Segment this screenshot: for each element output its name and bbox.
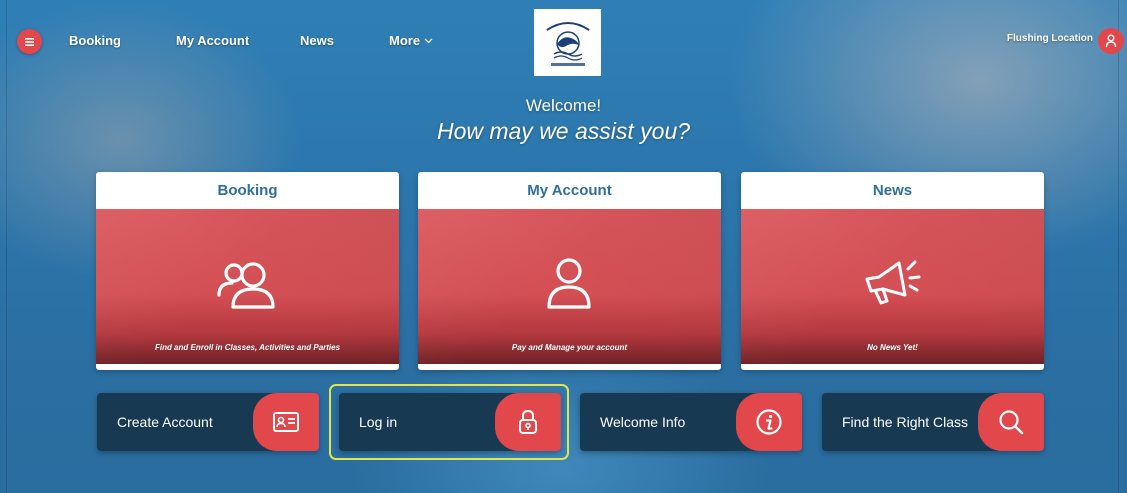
- action-icon-area: [253, 393, 319, 451]
- card-caption: Find and Enroll in Classes, Activities a…: [154, 343, 341, 352]
- card-caption: Pay and Manage your account: [511, 343, 628, 352]
- card-body: Pay and Manage your account: [418, 209, 721, 364]
- action-icon-area: [495, 393, 561, 451]
- nav-link-more[interactable]: More: [389, 33, 433, 48]
- user-button[interactable]: [1098, 28, 1124, 54]
- user-icon: [547, 258, 591, 309]
- search-icon: [999, 410, 1024, 435]
- card-body: No News Yet!: [741, 209, 1044, 364]
- nav-more-label: More: [389, 33, 421, 48]
- find-the-right-class-button[interactable]: Find the Right Class: [822, 393, 1044, 451]
- dolphin-swimming-logo[interactable]: [534, 9, 601, 76]
- card-title: News: [872, 182, 913, 199]
- card-body: Find and Enroll in Classes, Activities a…: [96, 209, 399, 364]
- welcome-heading: Welcome!: [525, 96, 602, 115]
- create-account-button[interactable]: Create Account: [97, 393, 319, 451]
- nav-link-my-account[interactable]: My Account: [176, 33, 249, 48]
- top-navigation: Booking My Account News More Flushing Lo…: [0, 0, 1127, 82]
- action-icon-area: [978, 393, 1044, 451]
- lock-icon: [519, 409, 537, 434]
- user-icon: [1105, 34, 1117, 48]
- action-icon-area: [736, 393, 802, 451]
- megaphone-icon: [865, 260, 921, 305]
- chevron-down-icon: [424, 38, 433, 43]
- card-title: My Account: [527, 182, 612, 199]
- welcome-subheading: How may we assist you?: [436, 118, 691, 144]
- card-title: Booking: [217, 182, 278, 199]
- nav-link-news[interactable]: News: [300, 33, 334, 48]
- welcome-info-button[interactable]: Welcome Info: [580, 393, 802, 451]
- log-in-button[interactable]: Log in: [339, 393, 561, 451]
- action-label: Create Account: [117, 414, 213, 430]
- id-card-icon: [273, 412, 299, 432]
- location-selector[interactable]: Flushing Location: [1007, 33, 1093, 44]
- menu-button[interactable]: [17, 29, 42, 54]
- users-icon: [217, 262, 275, 309]
- card-my-account[interactable]: My Account Pay and Manage your account: [418, 172, 721, 370]
- hamburger-icon: [25, 37, 34, 46]
- info-icon: [756, 409, 782, 435]
- nav-link-booking[interactable]: Booking: [69, 33, 121, 48]
- card-news[interactable]: News No News Yet!: [741, 172, 1044, 370]
- action-label: Find the Right Class: [842, 414, 969, 430]
- action-label: Log in: [359, 414, 398, 430]
- card-booking[interactable]: Booking Find and Enroll in Classes, Acti…: [96, 172, 399, 370]
- card-caption: No News Yet!: [867, 343, 918, 352]
- logo-mark: [545, 21, 590, 66]
- action-label: Welcome Info: [600, 414, 686, 430]
